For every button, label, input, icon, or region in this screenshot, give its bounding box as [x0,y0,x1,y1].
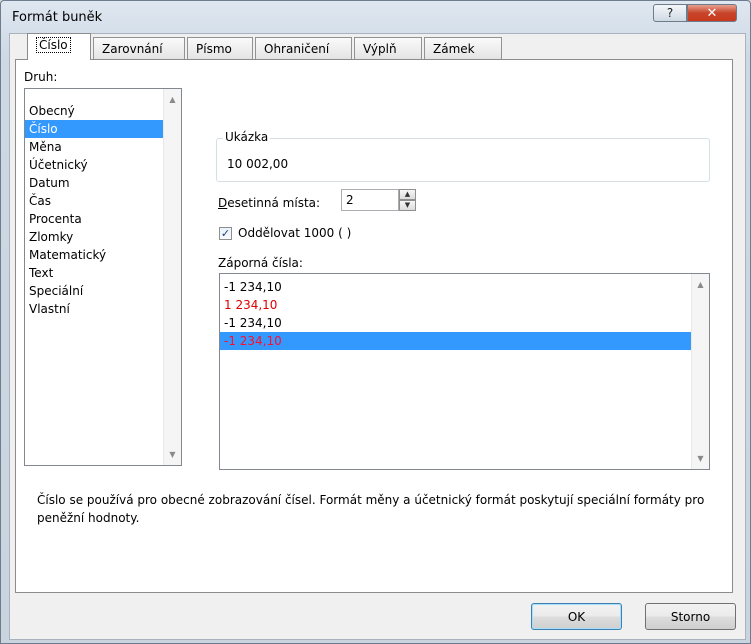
scroll-down-icon[interactable]: ▼ [692,450,709,467]
scroll-down-icon[interactable]: ▼ [164,446,181,463]
close-icon: ✕ [706,5,718,21]
category-list[interactable]: Obecný Číslo Měna Účetnický Datum Čas Pr… [24,88,182,466]
list-item[interactable]: -1 234,10 [220,278,709,296]
format-cells-dialog: Formát buněk ? ✕ Číslo Zarovnání Písmo O… [0,0,751,644]
list-item[interactable]: Speciální [25,282,181,300]
ok-button[interactable]: OK [531,603,622,630]
check-icon: ✓ [220,227,231,240]
tab-font[interactable]: Písmo [187,37,253,59]
tab-border[interactable]: Ohraničení [255,37,352,59]
list-item[interactable]: 1 234,10 [220,296,709,314]
tab-fill[interactable]: Výplň [354,37,422,59]
help-button[interactable]: ? [653,4,687,22]
list-item[interactable]: Číslo [25,120,181,138]
thousands-separator-checkbox[interactable]: ✓ [219,227,232,240]
close-button[interactable]: ✕ [687,4,737,22]
spin-down-icon[interactable]: ▼ [399,200,416,211]
tab-alignment[interactable]: Zarovnání [93,37,185,59]
category-label: Druh: [24,70,58,84]
list-item[interactable]: Měna [25,138,181,156]
list-item[interactable]: -1 234,10 [220,332,709,350]
tab-protection[interactable]: Zámek [424,37,502,59]
list-item[interactable]: Text [25,264,181,282]
negative-numbers-list[interactable]: -1 234,10 1 234,10 -1 234,10 -1 234,10 ▲… [219,273,710,470]
negative-numbers-label: Záporná čísla: [218,256,303,270]
sample-group: Ukázka 10 002,00 [216,130,710,182]
cancel-button[interactable]: Storno [645,603,736,630]
scroll-up-icon[interactable]: ▲ [164,91,181,108]
list-item[interactable]: Procenta [25,210,181,228]
negative-numbers-scrollbar[interactable]: ▲ ▼ [691,274,709,469]
title-bar[interactable]: Formát buněk ? ✕ [1,1,750,31]
decimal-places-label-text: esetinná místa: [227,196,321,210]
decimal-places-spinner[interactable]: ▲ ▼ [399,189,416,211]
tab-number[interactable]: Číslo [27,33,91,60]
thousands-separator-label[interactable]: Oddělovat 1000 ( ) [238,226,351,240]
decimal-places-input[interactable] [341,189,399,211]
list-item[interactable]: -1 234,10 [220,314,709,332]
format-description: Číslo se používá pro obecné zobrazování … [37,493,705,525]
help-icon: ? [666,6,674,20]
list-item[interactable]: Matematický [25,246,181,264]
category-scrollbar[interactable]: ▲ ▼ [163,89,181,465]
list-item[interactable]: Obecný [25,102,181,120]
decimal-places-label: Desetinná místa: [218,196,321,210]
list-item[interactable]: Účetnický [25,156,181,174]
window-title: Formát buněk [12,10,103,25]
list-item[interactable]: Čas [25,192,181,210]
list-item[interactable]: Datum [25,174,181,192]
list-item[interactable]: Zlomky [25,228,181,246]
sample-label: Ukázka [223,130,271,144]
sample-value: 10 002,00 [227,157,289,171]
list-item[interactable]: Vlastní [25,300,181,318]
spin-up-icon[interactable]: ▲ [399,189,416,200]
scroll-up-icon[interactable]: ▲ [692,276,709,293]
